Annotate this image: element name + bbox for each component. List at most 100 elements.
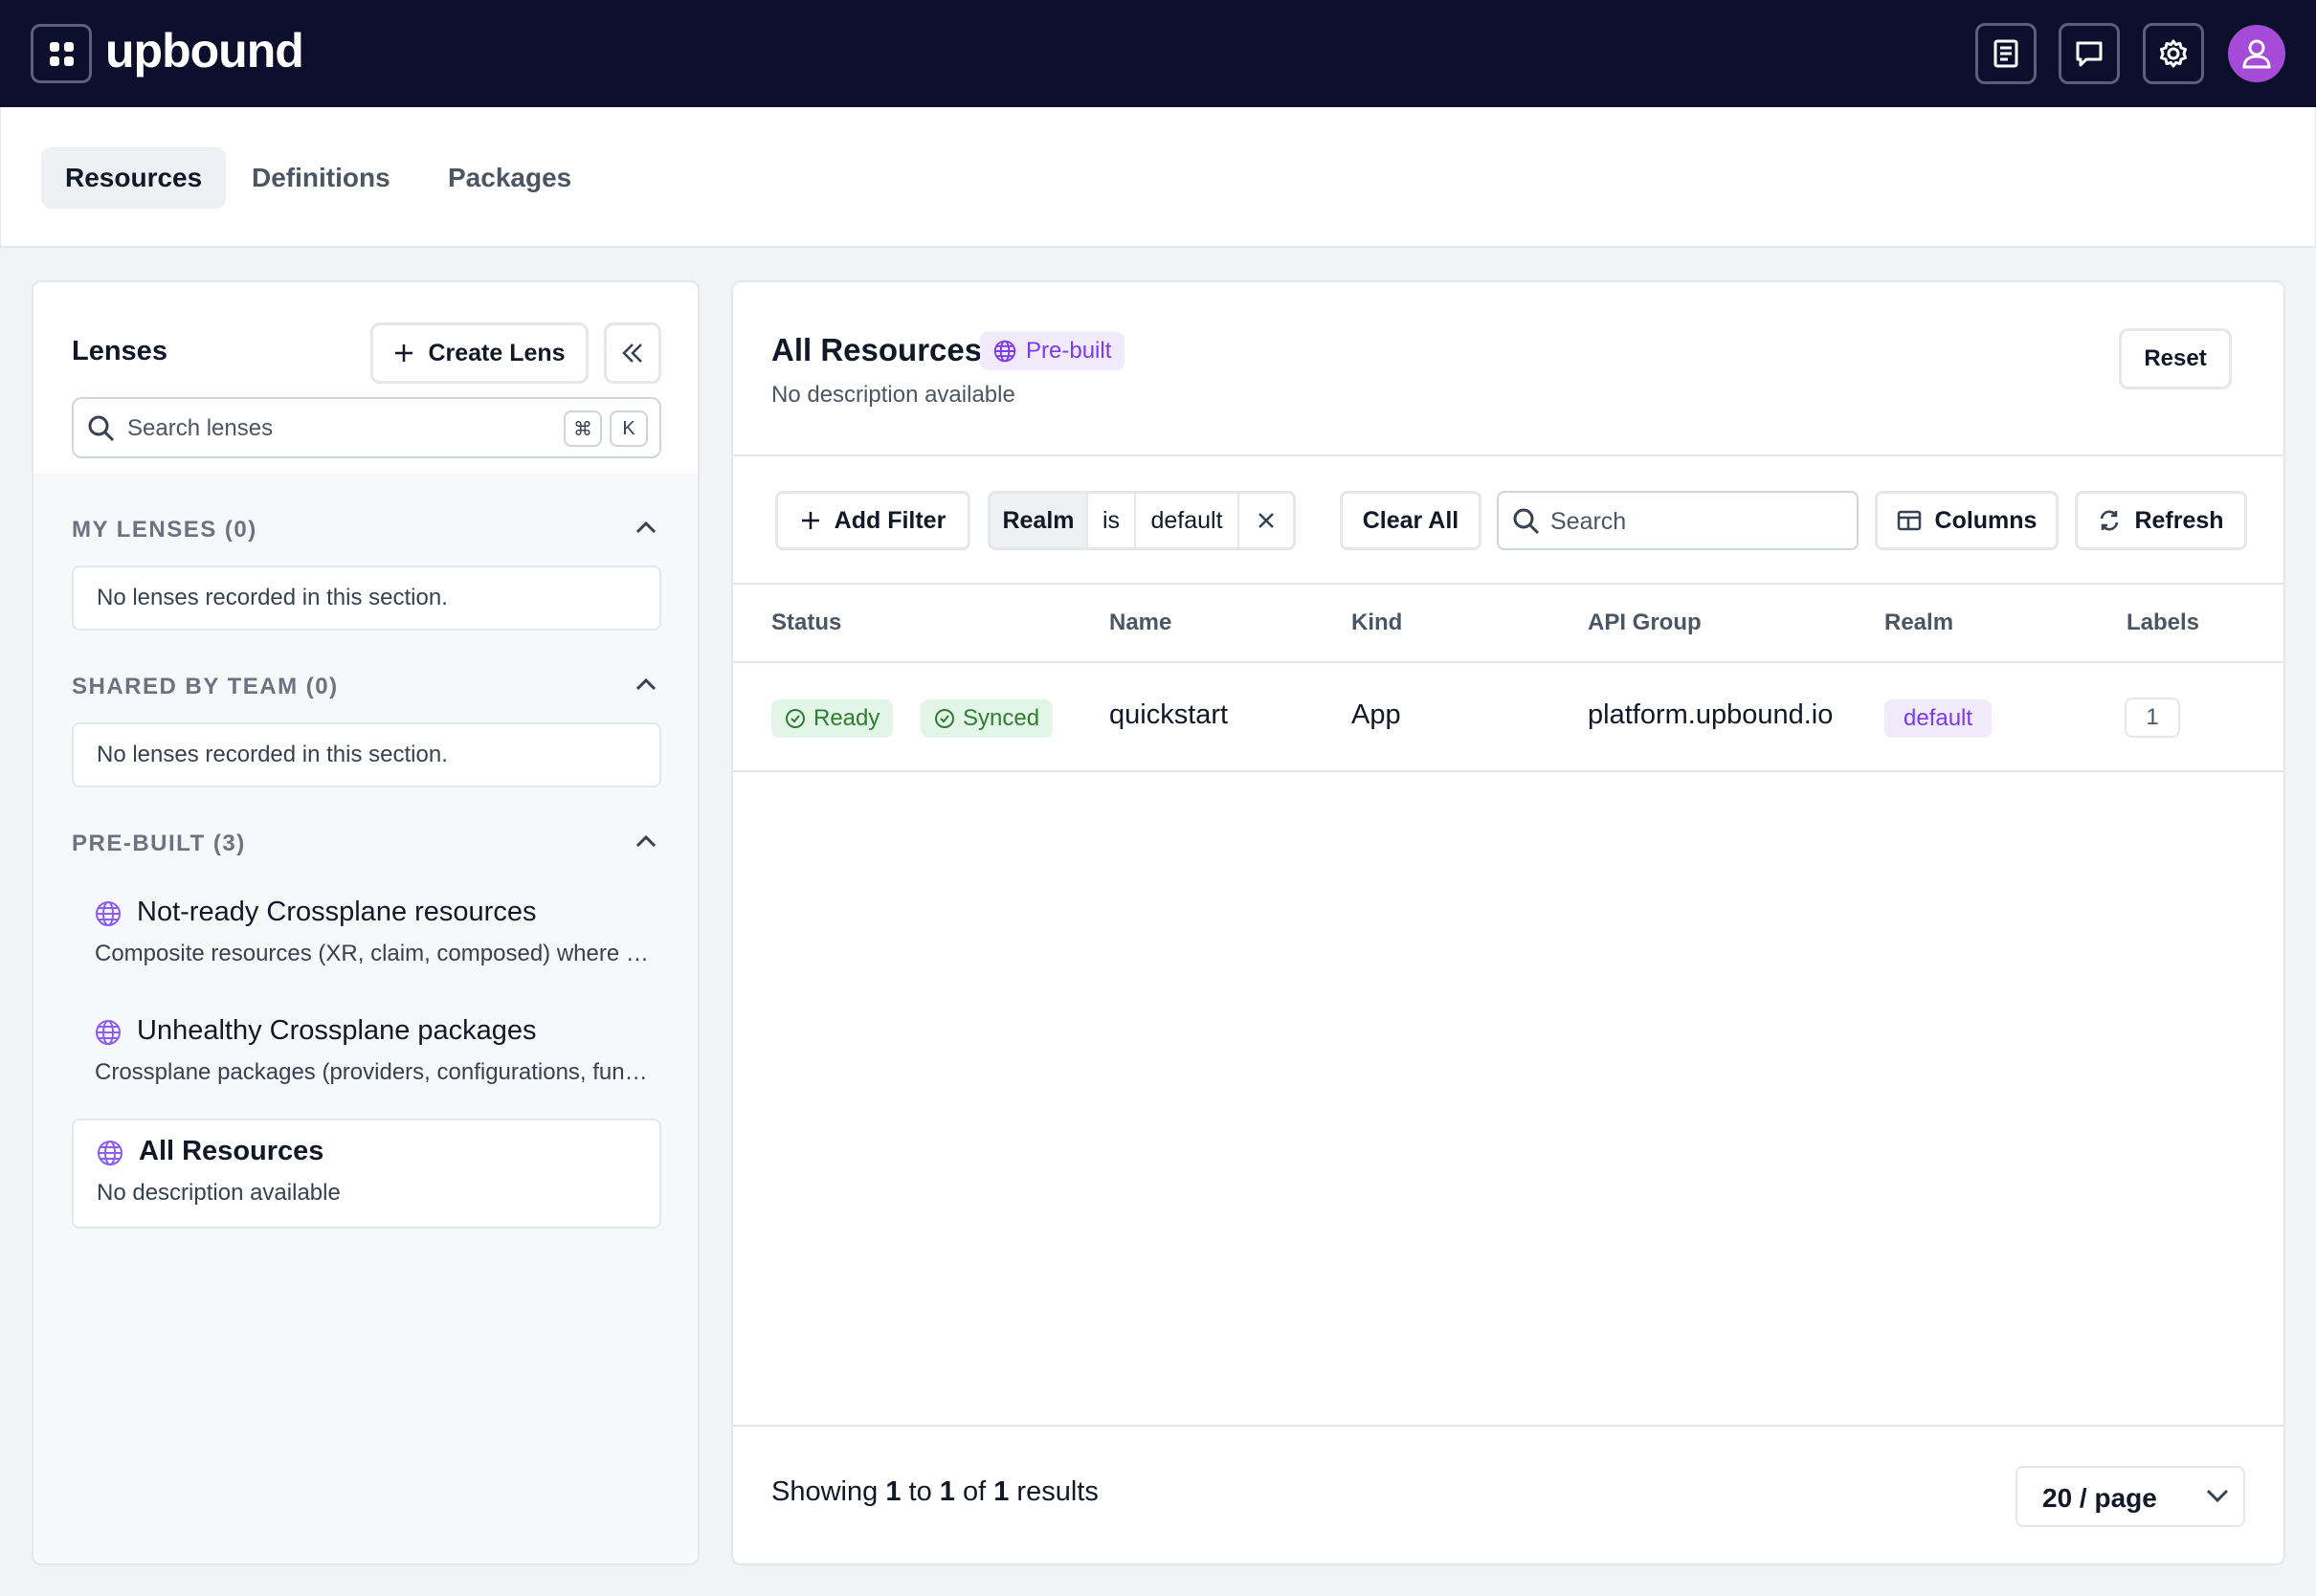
globe-icon <box>98 1141 122 1165</box>
search-icon <box>88 415 115 442</box>
columns-button[interactable]: Columns <box>1875 491 2059 550</box>
filter-value[interactable]: default <box>1136 494 1239 547</box>
realm-badge: default <box>1884 699 1993 738</box>
chat-icon <box>2076 41 2103 67</box>
chevron-up-icon[interactable] <box>635 520 657 535</box>
app-switcher-button[interactable] <box>31 24 92 83</box>
double-chevron-left-icon <box>622 344 642 363</box>
divider <box>733 454 2283 456</box>
col-header-realm[interactable]: Realm <box>1884 610 1953 636</box>
labels-count-badge[interactable]: 1 <box>2125 698 2180 738</box>
cmd-key-hint: ⌘ <box>564 410 602 447</box>
resources-panel: All Resources Pre-built No description a… <box>731 280 2285 1565</box>
lens-item-unhealthy[interactable]: Unhealthy Crossplane packages Crossplane… <box>72 996 661 1106</box>
check-circle-icon <box>935 709 954 728</box>
add-filter-button[interactable]: Add Filter <box>775 491 970 550</box>
summary-suffix: results <box>1016 1476 1099 1507</box>
top-bar: upbound <box>0 0 2316 107</box>
shared-lenses-empty: No lenses recorded in this section. <box>72 722 661 787</box>
prebuilt-badge: Pre-built <box>980 332 1125 370</box>
divider <box>733 583 2283 585</box>
chevron-up-icon[interactable] <box>635 676 657 692</box>
status-label: Synced <box>963 705 1040 731</box>
col-header-status[interactable]: Status <box>771 610 841 636</box>
plus-icon <box>801 512 819 529</box>
summary-of-word: of <box>962 1476 987 1507</box>
lenses-header: Lenses Create Lens Search lenses ⌘ K <box>33 282 698 474</box>
search-icon <box>1513 508 1540 535</box>
lenses-title: Lenses <box>72 336 167 366</box>
divider <box>733 770 2283 772</box>
tab-resources[interactable]: Resources <box>41 147 227 209</box>
prebuilt-badge-label: Pre-built <box>1026 338 1112 364</box>
col-header-api-group[interactable]: API Group <box>1588 610 1702 636</box>
status-label: Ready <box>813 705 880 731</box>
globe-icon <box>993 340 1016 363</box>
tab-definitions[interactable]: Definitions <box>228 147 414 209</box>
lens-description: Composite resources (XR, claim, composed… <box>95 941 650 966</box>
search-placeholder: Search <box>1550 508 1627 535</box>
cell-api-group: platform.upbound.io <box>1588 699 1834 730</box>
tab-packages[interactable]: Packages <box>424 147 595 209</box>
create-lens-button[interactable]: Create Lens <box>370 322 589 384</box>
user-avatar[interactable] <box>2228 25 2285 82</box>
lens-description: Crossplane packages (providers, configur… <box>95 1059 650 1085</box>
lenses-panel: Lenses Create Lens Search lenses ⌘ K MY … <box>32 280 700 1565</box>
col-header-kind[interactable]: Kind <box>1351 610 1402 636</box>
gear-icon <box>2160 39 2187 68</box>
remove-filter-button[interactable] <box>1239 494 1293 547</box>
cell-kind: App <box>1351 699 1401 730</box>
search-resources-input[interactable]: Search <box>1497 491 1859 550</box>
col-header-labels[interactable]: Labels <box>2127 610 2199 636</box>
summary-prefix: Showing <box>771 1476 879 1507</box>
page-size-select[interactable]: 20 / page <box>2015 1466 2245 1527</box>
docs-icon <box>1993 39 2018 68</box>
upbound-logo[interactable]: upbound <box>105 23 304 78</box>
page-title: All Resources <box>771 332 983 367</box>
page-size-value: 20 / page <box>2042 1483 2157 1513</box>
pre-built-heading[interactable]: PRE-BUILT (3) <box>72 831 246 857</box>
refresh-button[interactable]: Refresh <box>2075 491 2247 550</box>
columns-label: Columns <box>1934 506 2038 534</box>
lens-item-not-ready[interactable]: Not-ready Crossplane resources Composite… <box>72 877 661 987</box>
lens-description: No description available <box>97 1180 341 1206</box>
refresh-icon <box>2101 510 2119 531</box>
chevron-up-icon[interactable] <box>635 833 657 849</box>
shared-by-team-heading[interactable]: SHARED BY TEAM (0) <box>72 674 339 700</box>
close-icon <box>1258 513 1274 528</box>
cell-name[interactable]: quickstart <box>1109 699 1228 731</box>
add-filter-label: Add Filter <box>834 506 946 534</box>
k-key-hint: K <box>610 410 648 447</box>
status-badge-ready: Ready <box>771 699 894 738</box>
collapse-panel-button[interactable] <box>604 322 661 384</box>
reset-button[interactable]: Reset <box>2119 328 2232 389</box>
create-lens-label: Create Lens <box>428 339 566 366</box>
user-icon <box>2242 39 2271 69</box>
summary-from: 1 <box>885 1476 902 1507</box>
grid-icon <box>49 41 74 66</box>
summary-to: 1 <box>939 1476 955 1507</box>
lens-item-all-resources[interactable]: All Resources No description available <box>72 1119 661 1229</box>
search-lenses-input[interactable]: Search lenses ⌘ K <box>72 397 661 458</box>
divider <box>733 661 2283 663</box>
filter-operator[interactable]: is <box>1088 494 1136 547</box>
my-lenses-heading[interactable]: MY LENSES (0) <box>72 517 257 543</box>
columns-icon <box>1897 510 1921 531</box>
search-lenses-placeholder: Search lenses <box>127 415 274 441</box>
plus-icon <box>395 344 413 362</box>
divider <box>733 1425 2283 1427</box>
docs-button[interactable] <box>1975 23 2037 84</box>
feedback-button[interactable] <box>2059 23 2120 84</box>
filter-key[interactable]: Realm <box>991 494 1088 547</box>
filter-chip[interactable]: Realm is default <box>988 491 1296 550</box>
summary-total: 1 <box>993 1476 1010 1507</box>
chevron-down-icon <box>2206 1489 2229 1503</box>
globe-icon <box>96 1020 121 1045</box>
clear-all-button[interactable]: Clear All <box>1340 491 1481 550</box>
tabs-bar: Resources Definitions Packages <box>0 107 2316 248</box>
col-header-name[interactable]: Name <box>1109 610 1171 636</box>
globe-icon <box>96 901 121 926</box>
page-description: No description available <box>771 382 1015 408</box>
settings-button[interactable] <box>2143 23 2204 84</box>
lens-name: All Resources <box>139 1136 324 1166</box>
